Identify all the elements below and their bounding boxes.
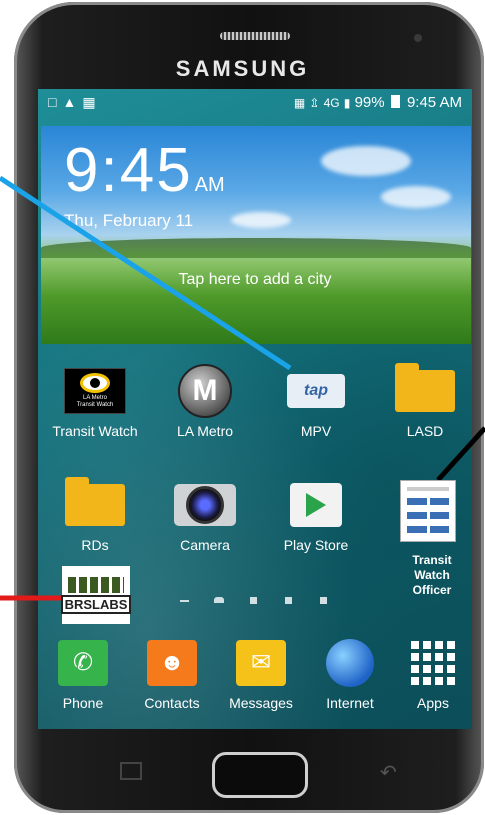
home-button[interactable] — [212, 752, 308, 798]
back-key-icon[interactable]: ↶ — [380, 760, 397, 785]
transit-watch-officer-label: Transit Watch Officer — [412, 553, 452, 597]
brs-labs-logo: BRSLABS — [60, 566, 132, 624]
menu-key[interactable] — [120, 762, 142, 780]
black-pointer-line — [436, 426, 485, 482]
blue-pointer-line — [0, 175, 292, 371]
annotation-lines — [0, 175, 485, 601]
transit-watch-officer-icon[interactable] — [400, 480, 456, 542]
